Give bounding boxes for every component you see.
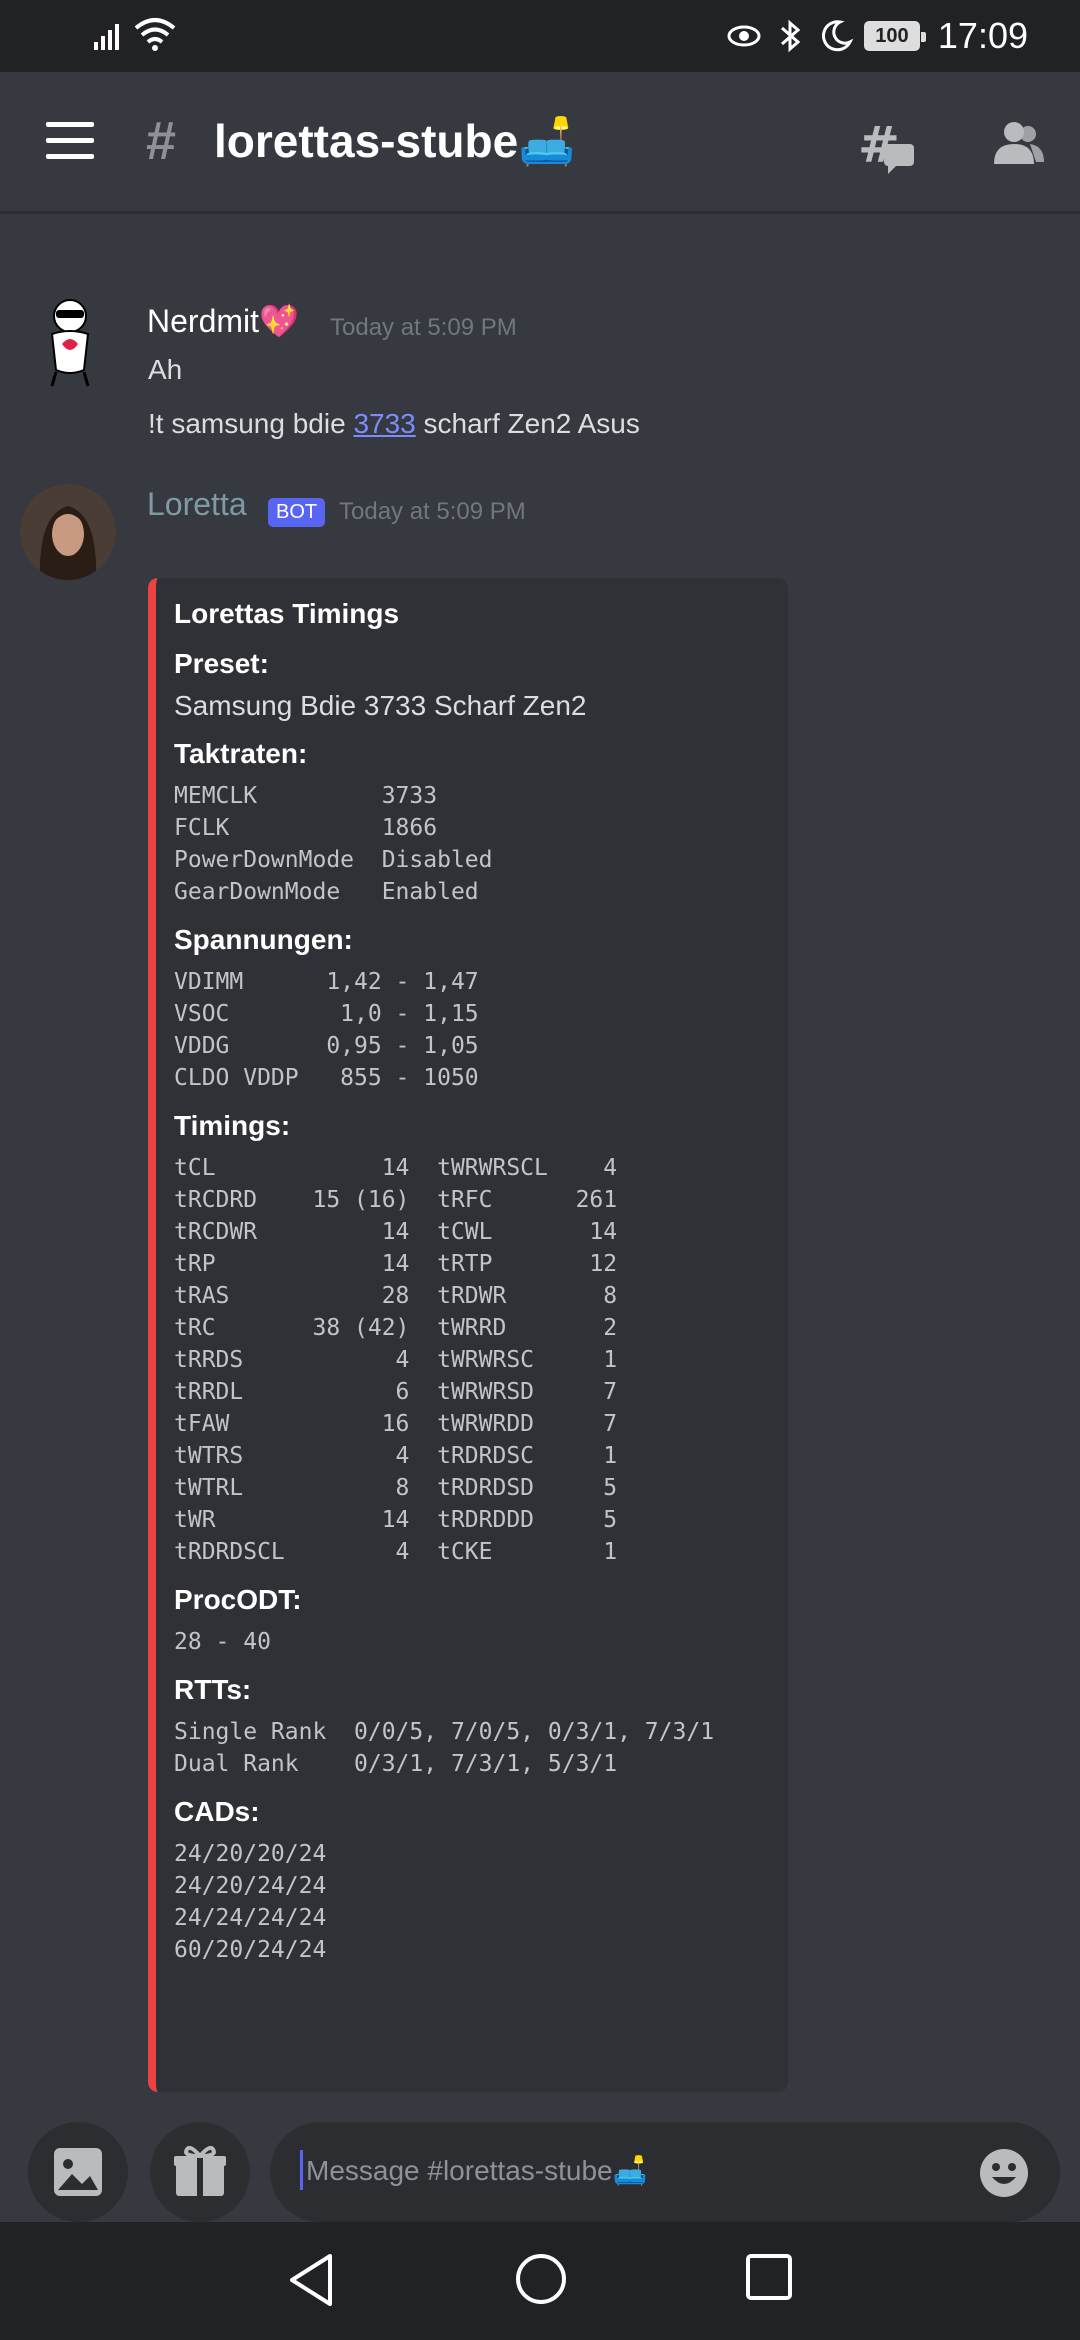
field-value-cads: 24/20/20/24 24/20/24/24 24/24/24/24 60/2… — [174, 1841, 327, 1963]
field-value-preset: Samsung Bdie 3733 Scharf Zen2 — [174, 690, 587, 721]
avatar[interactable] — [20, 484, 116, 580]
embed-title: Lorettas Timings — [174, 598, 400, 629]
gift-icon — [174, 2145, 226, 2196]
bluetooth-icon — [780, 19, 801, 53]
field-value-procodt: 28 - 40 — [174, 1629, 271, 1655]
message-text: Ah — [148, 354, 183, 385]
threads-icon[interactable]: # — [858, 116, 918, 176]
back-icon[interactable] — [286, 2252, 336, 2308]
clock: 17:09 — [937, 15, 1028, 56]
author-name[interactable]: Nerdmit💖 — [147, 302, 299, 340]
message-composer: Message #lorettas-stube🛋️ — [0, 2102, 1080, 2222]
field-name-timings: Timings: — [174, 1110, 291, 1141]
timings-embed: Lorettas Timings Preset: Samsung Bdie 37… — [148, 578, 788, 2092]
gift-button[interactable] — [150, 2122, 250, 2222]
members-icon[interactable] — [990, 116, 1046, 172]
battery-icon: 100 — [863, 21, 926, 51]
menu-button[interactable] — [46, 122, 94, 160]
wifi-icon — [134, 18, 176, 51]
eye-icon — [727, 25, 761, 47]
field-name-preset: Preset: — [174, 648, 269, 679]
system-nav-bar — [0, 2222, 1080, 2340]
bot-badge: BOT — [268, 498, 326, 527]
field-value-spannungen: VDIMM 1,42 - 1,47 VSOC 1,0 - 1,15 VDDG 0… — [174, 969, 479, 1091]
author-name[interactable]: Loretta — [147, 486, 247, 523]
field-name-taktraten: Taktraten: — [174, 738, 308, 769]
home-icon[interactable] — [514, 2252, 568, 2306]
attach-image-button[interactable] — [28, 2122, 128, 2222]
recent-apps-icon[interactable] — [744, 2252, 794, 2302]
status-bar: 100 17:09 — [0, 0, 1080, 72]
message-input[interactable]: Message #lorettas-stube🛋️ — [270, 2122, 1060, 2222]
message-text-prefix: !t samsung bdie — [148, 408, 354, 439]
channel-header: # lorettas-stube🛋️ # — [0, 72, 1080, 214]
timestamp: Today at 5:09 PM — [330, 314, 517, 341]
channel-hash-icon: # — [146, 111, 177, 171]
field-name-rtts: RTTs: — [174, 1674, 252, 1705]
message-text: !t samsung bdie 3733 scharf Zen2 Asus — [148, 408, 640, 440]
message-placeholder: Message #lorettas-stube🛋️ — [306, 2155, 648, 2186]
number-link[interactable]: 3733 — [353, 408, 415, 439]
field-name-spannungen: Spannungen: — [174, 924, 353, 955]
image-icon — [54, 2148, 102, 2196]
field-name-cads: CADs: — [174, 1796, 260, 1827]
avatar[interactable] — [22, 294, 118, 390]
timestamp: Today at 5:09 PM — [339, 498, 526, 525]
field-value-rtts: Single Rank 0/0/5, 7/0/5, 0/3/1, 7/3/1 D… — [174, 1719, 715, 1777]
field-value-taktraten: MEMCLK 3733 FCLK 1866 PowerDownMode Disa… — [174, 783, 493, 905]
text-caret — [300, 2150, 303, 2190]
signal-icon — [94, 24, 119, 50]
app-frame: # lorettas-stube🛋️ # Nerdmit💖 Today at 5… — [0, 72, 1080, 2222]
emoji-icon[interactable] — [978, 2147, 1030, 2199]
message-text-suffix: scharf Zen2 Asus — [415, 408, 640, 439]
field-value-timings: tCL 14 tWRWRSCL 4 tRCDRD 15 (16) tRFC 26… — [174, 1155, 618, 1565]
channel-title: lorettas-stube🛋️ — [214, 115, 576, 167]
moon-icon — [821, 20, 854, 52]
field-name-procodt: ProcODT: — [174, 1584, 302, 1615]
